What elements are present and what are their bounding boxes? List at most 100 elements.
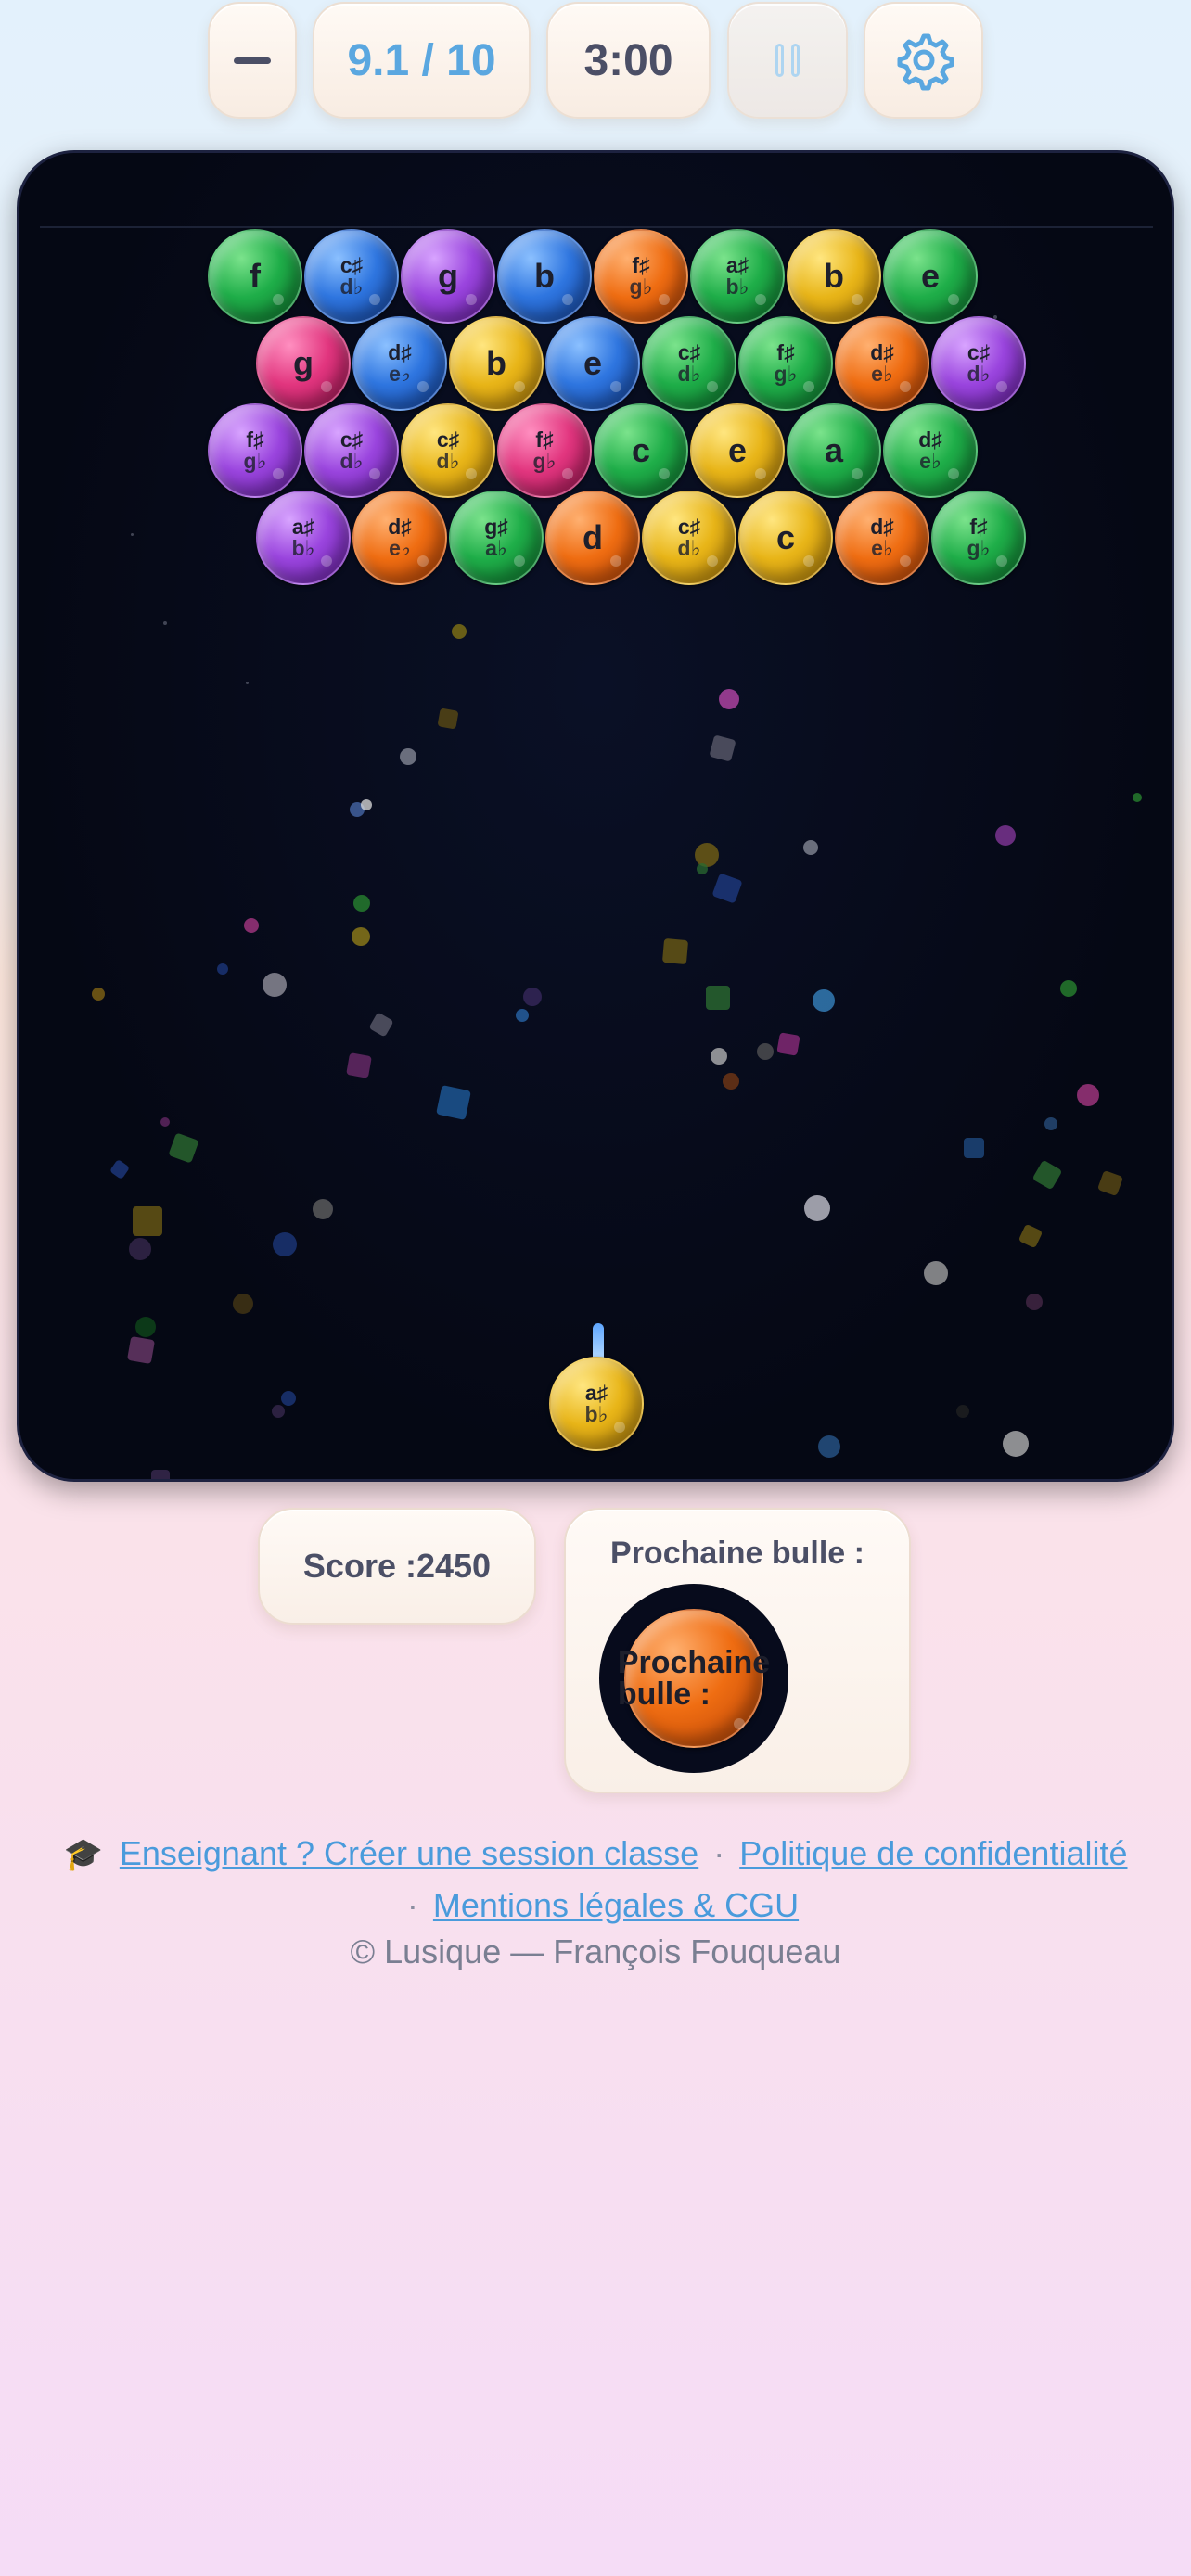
score-label: Score : — [302, 1547, 416, 1585]
bubble-note-sharp: c♯ — [967, 340, 991, 364]
particle-square — [711, 873, 743, 904]
gear-icon — [897, 33, 954, 91]
next-bubble-card: Prochaine bulle : Prochaine bulle : — [564, 1508, 911, 1793]
privacy-policy-link[interactable]: Politique de confidentialité — [739, 1834, 1127, 1872]
bubble-note: d — [583, 518, 603, 556]
bubble-note-sharp: c♯ — [677, 340, 701, 364]
ceiling-line — [40, 226, 1153, 228]
game-board[interactable]: f c♯ d♭ g b f♯ g♭ a♯ b♭ b e g d♯ e♭ b e c♯ d♭ f♯ g♭ d♯ e♭ c♯ d♭… — [17, 150, 1174, 1482]
particle-dot — [1133, 793, 1142, 802]
bubble-note-flat: e♭ — [871, 536, 893, 560]
particle-square — [1096, 1169, 1124, 1197]
bubble-note-sharp: f♯ — [632, 253, 650, 277]
particle-dot — [1077, 1084, 1099, 1106]
grid-bubble: g — [401, 229, 495, 324]
bubble-note-flat: e♭ — [389, 362, 411, 386]
bubble-note-sharp: c♯ — [677, 515, 701, 539]
grid-bubble: d♯ e♭ — [352, 491, 447, 585]
particle-dot — [352, 927, 370, 946]
next-bubble-label: Prochaine bulle : — [610, 1536, 864, 1571]
grid-bubble: b — [497, 229, 592, 324]
bubble-note-flat: g♭ — [967, 536, 991, 560]
bubble-note: Prochaine bulle : — [617, 1645, 771, 1712]
bubble-note-sharp: f♯ — [776, 340, 795, 364]
particle-dot — [281, 1391, 296, 1406]
bubble-note-flat: d♭ — [339, 449, 364, 473]
grid-bubble: a — [787, 403, 881, 498]
grid-bubble: e — [883, 229, 978, 324]
particle-square — [436, 1085, 471, 1120]
particle-dot — [163, 621, 167, 625]
next-bubble-frame: Prochaine bulle : — [599, 1584, 788, 1773]
grid-bubble: c♯ d♭ — [642, 491, 736, 585]
grid-bubble: b — [787, 229, 881, 324]
bubble-note: b — [824, 257, 844, 295]
particle-square — [1018, 1223, 1044, 1249]
particle-square — [346, 1052, 372, 1078]
bubble-note-flat: d♭ — [339, 274, 364, 299]
particle-dot — [818, 1435, 840, 1458]
particle-dot — [719, 689, 739, 709]
bubble-note-sharp: g♯ — [484, 515, 508, 539]
particle-square — [661, 937, 689, 965]
bubble-note: c — [775, 518, 796, 556]
bubble-note-flat: g♭ — [532, 449, 557, 473]
bubble-note-flat: g♭ — [774, 362, 798, 386]
particle-dot — [711, 1048, 727, 1065]
particle-dot — [361, 799, 372, 810]
bubble-note-sharp: d♯ — [870, 515, 894, 539]
bubble-note: e — [727, 431, 748, 469]
particle-square — [776, 1032, 800, 1056]
particle-square — [1031, 1159, 1063, 1191]
bubble-note: b — [534, 257, 555, 295]
grid-bubble: d♯ e♭ — [352, 316, 447, 411]
particle-dot — [924, 1261, 948, 1285]
bubble-note: b — [486, 344, 506, 382]
pause-button[interactable] — [727, 2, 848, 119]
particle-dot — [1026, 1294, 1043, 1310]
grid-bubble: d — [545, 491, 640, 585]
bubble-note-sharp: f♯ — [246, 427, 264, 452]
grid-bubble: g — [256, 316, 351, 411]
particle-dot — [353, 895, 370, 912]
legal-notice-link[interactable]: Mentions légales & CGU — [433, 1886, 799, 1924]
grid-bubble: c♯ d♭ — [642, 316, 736, 411]
particle-dot — [272, 1405, 285, 1418]
grid-bubble: a♯ b♭ — [690, 229, 785, 324]
particle-dot — [723, 1073, 739, 1090]
particle-dot — [246, 682, 249, 684]
particle-square — [168, 1132, 199, 1164]
bubble-note-flat: d♭ — [436, 449, 460, 473]
particle-dot — [1003, 1431, 1029, 1457]
particle-dot — [233, 1294, 253, 1314]
top-bar: 9.1 / 10 3:00 — [0, 0, 1191, 130]
bubble-note-sharp: c♯ — [436, 427, 460, 452]
particle-dot — [813, 989, 835, 1012]
grid-bubble: c♯ d♭ — [304, 229, 399, 324]
particle-dot — [92, 988, 105, 1001]
bubble-note-flat: e♭ — [919, 449, 941, 473]
particle-dot — [160, 1117, 170, 1127]
particle-dot — [804, 1195, 830, 1221]
bubble-note-sharp: d♯ — [388, 515, 412, 539]
particle-square — [709, 734, 736, 762]
minimize-button[interactable] — [208, 2, 297, 119]
settings-button[interactable] — [864, 2, 983, 119]
graduation-cap-icon: 🎓 — [63, 1837, 103, 1872]
grid-bubble: f♯ g♭ — [738, 316, 833, 411]
bubble-note-flat: e♭ — [871, 362, 893, 386]
teacher-session-link[interactable]: Enseignant ? Créer une session classe — [120, 1834, 698, 1872]
particle-square — [109, 1158, 131, 1180]
shooter-bubble[interactable]: a♯ b♭ — [549, 1357, 644, 1451]
particle-square — [133, 1206, 162, 1236]
bubble-note-flat: d♭ — [677, 536, 701, 560]
particle-dot — [131, 533, 134, 536]
bubble-note-flat: g♭ — [629, 274, 653, 299]
next-bubble: Prochaine bulle : — [618, 1609, 770, 1748]
grid-bubble: a♯ b♭ — [256, 491, 351, 585]
particle-dot — [1170, 1460, 1172, 1479]
bubble-note: g — [293, 344, 314, 382]
footer-separator: · — [406, 1886, 418, 1924]
grid-bubble: f♯ g♭ — [594, 229, 688, 324]
particle-dot — [313, 1199, 333, 1219]
